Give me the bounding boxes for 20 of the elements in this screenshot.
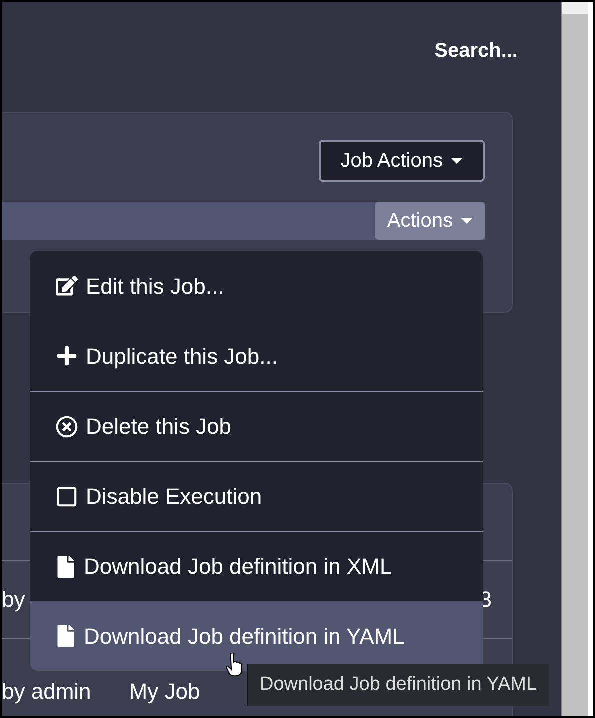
tooltip: Download Job definition in YAML [247, 664, 550, 706]
edit-icon [56, 275, 78, 297]
menu-item[interactable]: Delete this Job [30, 391, 483, 461]
menu-item[interactable]: Duplicate this Job... [30, 321, 483, 391]
table-cell-text: by [2, 586, 26, 614]
search-link[interactable]: Search... [434, 36, 518, 66]
menu-item[interactable]: Disable Execution [30, 461, 483, 531]
actions-button[interactable]: Actions [375, 202, 485, 240]
file-icon [56, 625, 76, 647]
table-cell-text: by admin [2, 678, 92, 706]
caret-icon [461, 218, 473, 224]
table-cell-text: My Job [129, 678, 200, 706]
menu-item[interactable]: Edit this Job... [30, 251, 483, 321]
job-actions-button[interactable]: Job Actions [318, 140, 485, 182]
caret-icon [451, 158, 463, 164]
circle-x-icon [56, 416, 78, 438]
menu-item[interactable]: Download Job definition in YAML [30, 601, 483, 671]
file-icon [56, 556, 76, 578]
hand-cursor-icon [226, 653, 245, 677]
plus-icon [56, 345, 78, 367]
